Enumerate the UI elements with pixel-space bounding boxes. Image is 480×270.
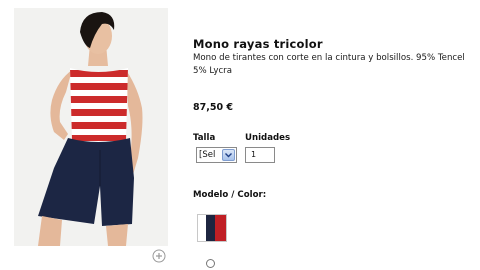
model-color-label: Modelo / Color:	[193, 190, 267, 200]
product-description: Mono de tirantes con corte en la cintura…	[193, 53, 465, 76]
navy-shorts	[38, 138, 134, 226]
size-select-value: [Sel	[199, 150, 216, 160]
size-label: Talla	[193, 133, 216, 143]
units-input[interactable]: 1	[245, 147, 275, 163]
product-price: 87,50 €	[193, 102, 233, 113]
left-leg	[38, 216, 62, 246]
units-label: Unidades	[245, 133, 291, 143]
color-swatch-tricolor[interactable]	[197, 214, 227, 242]
left-arm	[50, 70, 72, 140]
product-title: Mono rayas tricolor	[193, 37, 323, 51]
zoom-plus-icon[interactable]	[152, 249, 166, 263]
model-illustration	[38, 12, 143, 246]
top-base	[70, 68, 128, 143]
product-photo[interactable]	[14, 8, 168, 246]
right-leg	[106, 224, 128, 246]
color-radio[interactable]	[206, 259, 215, 268]
chevron-down-icon[interactable]	[222, 149, 235, 161]
size-select[interactable]: [Sel	[196, 147, 237, 163]
